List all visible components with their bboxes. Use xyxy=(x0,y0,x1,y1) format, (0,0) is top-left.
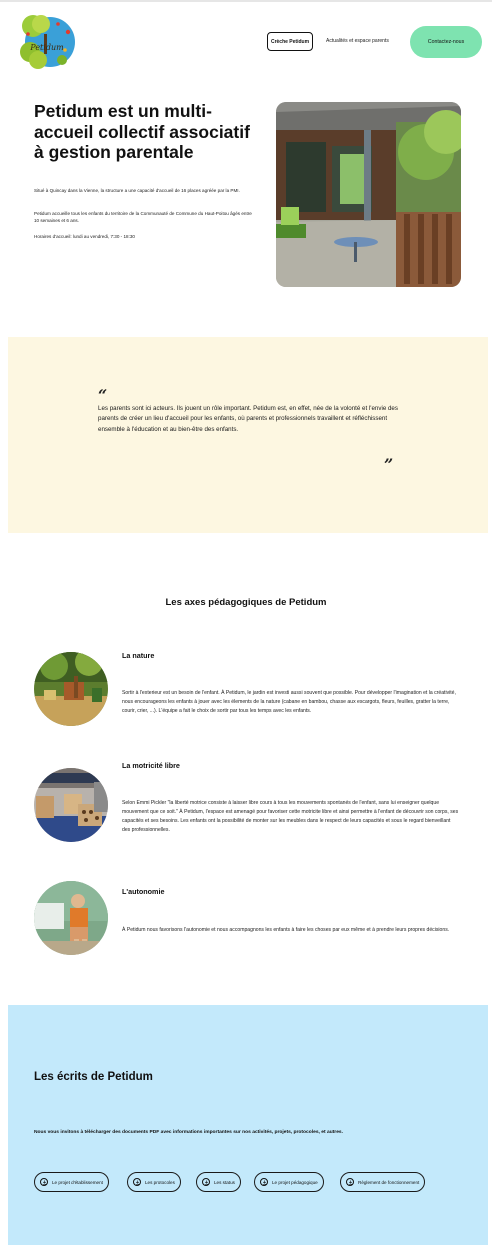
petidum-logo[interactable]: Petidum xyxy=(18,12,76,70)
axe-text-motricite: Selon Emmi Pickler "la liberté motrice c… xyxy=(122,800,459,834)
axe-text-nature: Sortir à l'exterieur est un besoin de l'… xyxy=(122,690,456,715)
nav-actualites-link[interactable]: Actualités et espace parents xyxy=(326,38,389,44)
download-icon xyxy=(133,1178,141,1186)
hero-paragraph-horaires: Horaires d'accueil: lundi au vendredi, 7… xyxy=(34,234,135,239)
axe-text-autonomie: À Petidum nous favorisons l'autonomie et… xyxy=(122,927,450,933)
download-icon xyxy=(202,1178,210,1186)
ecrits-section xyxy=(8,1005,488,1245)
hero-paragraph-enfants: Petidum accueille tous les enfants du te… xyxy=(34,211,252,223)
contact-button[interactable]: Contactez-nous xyxy=(410,26,482,58)
download-icon xyxy=(260,1178,268,1186)
axes-section-title: Les axes pédagogiques de Petidum xyxy=(165,597,327,608)
motricite-photo xyxy=(34,768,108,842)
download-button-label: Le projet d'établissement xyxy=(52,1179,103,1185)
quote-text: Les parents sont ici acteurs. Ils jouent… xyxy=(98,405,398,433)
logo-text: Petidum xyxy=(29,43,64,52)
download-status-button[interactable]: Les status xyxy=(196,1172,241,1192)
download-button-label: Le projet pédagogique xyxy=(272,1179,318,1185)
download-icon xyxy=(40,1178,48,1186)
top-border xyxy=(0,0,492,2)
quote-close-mark: ” xyxy=(384,455,394,474)
autonomie-photo xyxy=(34,881,108,955)
download-protocoles-button[interactable]: Les protocoles xyxy=(127,1172,181,1192)
download-projet-etablissement-button[interactable]: Le projet d'établissement xyxy=(34,1172,109,1192)
download-icon xyxy=(346,1178,354,1186)
axe-title-autonomie: L'autonomie xyxy=(122,887,165,896)
nav-creche-button[interactable]: Crèche Petidum xyxy=(267,32,313,51)
ecrits-intro-text: Nous vous invitons à télécharger des doc… xyxy=(34,1130,344,1135)
quote-open-mark: “ xyxy=(98,386,108,405)
axe-title-motricite: La motricité libre xyxy=(122,761,180,770)
download-reglement-button[interactable]: Règlement de fonctionnement xyxy=(340,1172,426,1192)
download-projet-pedagogique-button[interactable]: Le projet pédagogique xyxy=(254,1172,324,1192)
axe-title-nature: La nature xyxy=(122,651,155,660)
download-button-label: Règlement de fonctionnement xyxy=(358,1179,420,1185)
hero-paragraph-location: Situé à Quincay dans la Vienne, la struc… xyxy=(34,188,240,193)
ecrits-section-title: Les écrits de Petidum xyxy=(34,1071,153,1083)
download-button-label: Les status xyxy=(214,1179,235,1185)
nature-photo xyxy=(34,652,108,726)
hero-title: Petidum est un multi-accueil collectif a… xyxy=(34,101,250,162)
download-button-label: Les protocoles xyxy=(145,1179,175,1185)
creche-building-photo xyxy=(276,102,461,287)
